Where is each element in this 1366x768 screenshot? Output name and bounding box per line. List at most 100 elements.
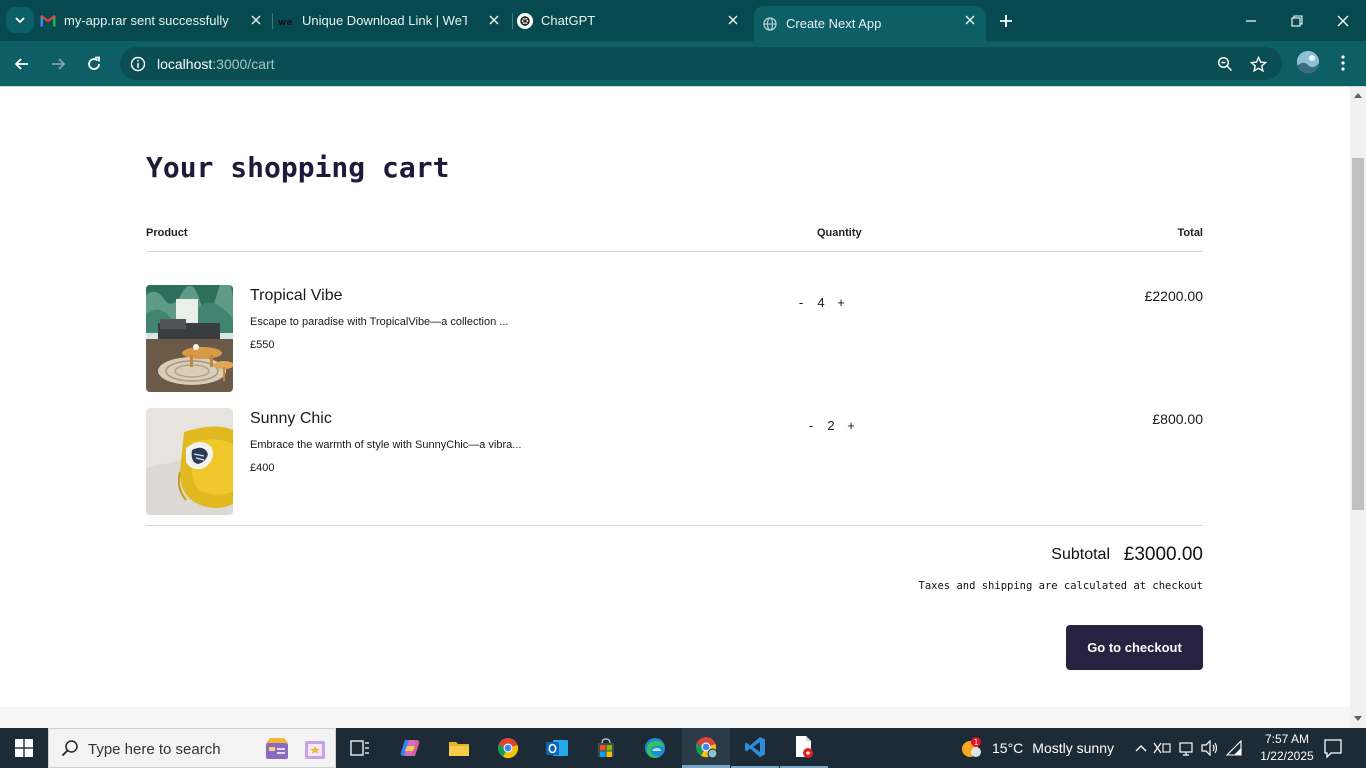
search-placeholder: Type here to search	[88, 741, 221, 758]
taskbar-search[interactable]: Type here to search	[48, 728, 336, 768]
decrease-quantity-button[interactable]: -	[804, 418, 818, 433]
checkout-button[interactable]: Go to checkout	[1066, 625, 1203, 670]
quantity-stepper: - 2 +	[804, 418, 858, 433]
product-unit-price: £400	[250, 462, 275, 474]
product-image-tropical-vibe[interactable]	[146, 285, 233, 392]
edge-button[interactable]	[631, 728, 679, 768]
address-bar[interactable]: localhost:3000/cart	[120, 47, 1282, 80]
yellow-chair-photo	[146, 408, 233, 515]
search-icon	[61, 739, 79, 762]
search-highlight-icon	[301, 735, 329, 763]
quantity-value: 4	[817, 295, 825, 310]
quantity-stepper: - 4 +	[794, 295, 848, 310]
increase-quantity-button[interactable]: +	[834, 295, 848, 310]
vscode-button[interactable]	[731, 728, 779, 768]
microsoft-store-button[interactable]	[582, 728, 630, 768]
taskbar-clock[interactable]: 7:57 AM 1/22/2025	[1257, 731, 1317, 765]
close-tab-icon[interactable]	[486, 12, 502, 28]
show-hidden-icons-icon[interactable]	[1132, 744, 1150, 752]
product-name[interactable]: Sunny Chic	[250, 410, 332, 428]
column-header-quantity: Quantity	[817, 227, 862, 239]
plus-icon	[1000, 15, 1012, 27]
reload-button[interactable]	[80, 50, 108, 78]
page-viewport: Your shopping cart Product Quantity Tota…	[0, 87, 1350, 707]
windows-taskbar: Type here to search 1 15°C Mostly sunny …	[0, 728, 1366, 768]
globe-icon	[762, 16, 778, 32]
page-scrollbar[interactable]	[1350, 87, 1366, 728]
task-view-button[interactable]	[336, 728, 384, 768]
chrome-taskbar-button[interactable]	[484, 728, 532, 768]
tab-separator	[512, 13, 513, 29]
site-info-icon[interactable]	[128, 54, 148, 74]
store-icon	[598, 738, 614, 757]
quantity-value: 2	[827, 418, 835, 433]
tab-wetransfer[interactable]: we Unique Download Link | WeTrans	[278, 0, 510, 41]
scroll-thumb[interactable]	[1352, 158, 1364, 510]
chrome-active-taskbar-button[interactable]	[682, 728, 730, 768]
arrow-right-icon	[52, 58, 66, 70]
weather-sun-icon: 1	[962, 737, 981, 757]
line-total: £800.00	[1152, 411, 1203, 427]
outlook-icon	[546, 740, 568, 756]
file-explorer-button[interactable]	[435, 728, 483, 768]
outlook-button[interactable]	[533, 728, 581, 768]
reload-icon	[88, 56, 100, 70]
minimize-button[interactable]	[1228, 0, 1274, 41]
chrome-icon	[497, 738, 519, 759]
chevron-down-icon	[15, 17, 25, 24]
clock-time: 7:57 AM	[1264, 732, 1310, 746]
product-description: Escape to paradise with TropicalVibe—a c…	[250, 316, 509, 328]
new-tab-button[interactable]	[995, 10, 1017, 32]
wetransfer-icon: we	[278, 13, 294, 29]
arrow-left-icon	[14, 58, 28, 70]
close-tab-icon[interactable]	[962, 12, 978, 28]
weather-condition: Mostly sunny	[1032, 740, 1114, 756]
subtotal-value: £3000.00	[1123, 544, 1203, 565]
browser-menu-button[interactable]	[1334, 52, 1352, 74]
tab-gmail[interactable]: my-app.rar sent successfully to	[40, 0, 272, 41]
start-button[interactable]	[0, 728, 48, 768]
pdf-file-button[interactable]	[780, 728, 828, 768]
tax-note: Taxes and shipping are calculated at che…	[918, 580, 1203, 592]
tab-chatgpt[interactable]: ChatGPT	[517, 0, 749, 41]
bookmark-star-icon[interactable]	[1248, 54, 1268, 74]
close-tab-icon[interactable]	[725, 12, 741, 28]
meet-now-icon[interactable]	[1174, 740, 1198, 756]
tab-search-button[interactable]	[6, 7, 34, 33]
tab-title: my-app.rar sent successfully to	[64, 13, 229, 28]
tab-create-next-app[interactable]: Create Next App	[754, 6, 986, 41]
url-path: :3000/cart	[212, 56, 275, 72]
close-window-button[interactable]	[1320, 0, 1366, 41]
chatgpt-icon	[517, 12, 533, 29]
scroll-down-arrow-icon[interactable]	[1354, 716, 1362, 721]
living-room-photo	[146, 285, 233, 392]
input-method-icon[interactable]	[1150, 741, 1174, 755]
subtotal-label: Subtotal	[1051, 546, 1110, 563]
weather-temperature: 15°C	[992, 740, 1024, 756]
page-title: Your shopping cart	[146, 151, 450, 184]
system-tray	[1132, 728, 1246, 768]
notification-center-button[interactable]	[1322, 737, 1344, 759]
product-unit-price: £550	[250, 339, 275, 351]
column-header-product: Product	[146, 227, 188, 239]
header-divider	[146, 251, 1203, 252]
close-tab-icon[interactable]	[248, 12, 264, 28]
close-icon	[1337, 15, 1349, 26]
decrease-quantity-button[interactable]: -	[794, 295, 808, 310]
avatar-icon	[1297, 51, 1319, 73]
profile-avatar[interactable]	[1297, 51, 1319, 73]
volume-icon[interactable]	[1198, 740, 1222, 756]
product-image-sunny-chic[interactable]	[146, 408, 233, 515]
restore-button[interactable]	[1274, 0, 1320, 41]
forward-button[interactable]	[44, 50, 72, 78]
network-icon[interactable]	[1222, 740, 1246, 756]
zoom-icon[interactable]	[1215, 54, 1235, 74]
back-button[interactable]	[8, 50, 36, 78]
copilot-button[interactable]	[386, 728, 434, 768]
folder-icon	[449, 742, 469, 756]
product-name[interactable]: Tropical Vibe	[250, 287, 343, 305]
weather-widget[interactable]: 1 15°C Mostly sunny	[960, 728, 1114, 768]
increase-quantity-button[interactable]: +	[844, 418, 858, 433]
scroll-up-arrow-icon[interactable]	[1354, 93, 1362, 98]
url-text: localhost:3000/cart	[157, 56, 275, 72]
